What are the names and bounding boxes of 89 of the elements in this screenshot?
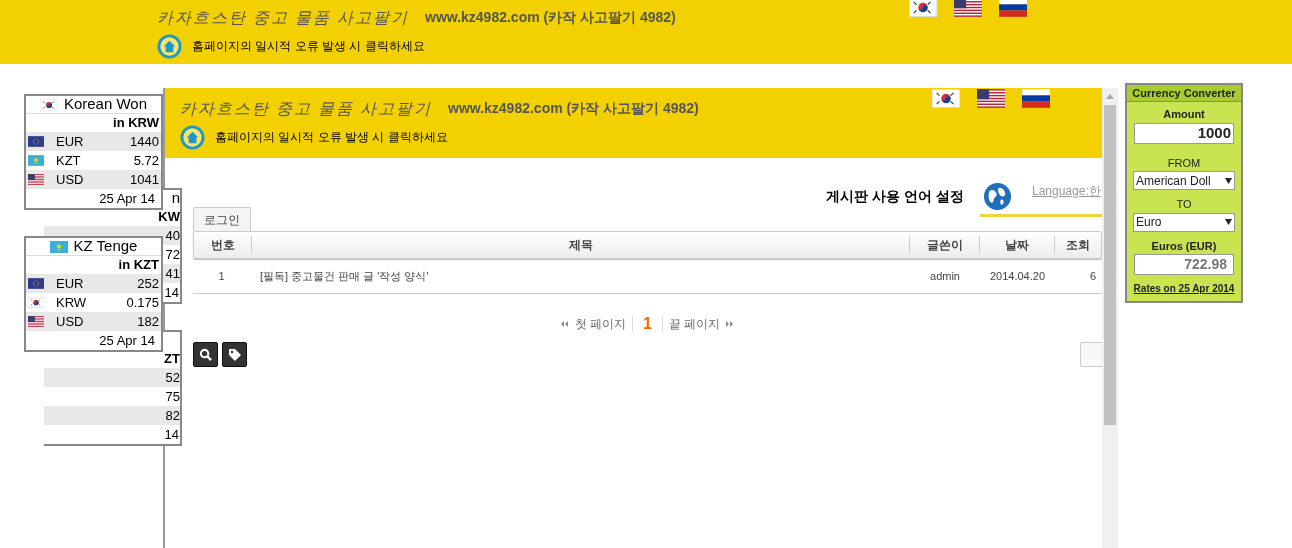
rate-value: 82 bbox=[165, 406, 180, 425]
table-cell-text: 6 bbox=[1089, 268, 1096, 284]
rates-date-link[interactable]: Rates on 25 Apr 2014 bbox=[1133, 281, 1235, 296]
widget-title: n bbox=[171, 188, 180, 209]
rate-date: 25 Apr 14 bbox=[99, 189, 155, 208]
search-button[interactable] bbox=[193, 342, 218, 367]
amount-label: Amount bbox=[1163, 107, 1205, 122]
amount-field[interactable]: 1000 bbox=[1134, 122, 1234, 144]
result-field: 722.98 bbox=[1134, 254, 1234, 275]
error-notice-link[interactable]: 홈페이지의 일시적 오류 발생 시 클릭하세요 bbox=[215, 128, 448, 146]
rate-value: 1041 bbox=[130, 170, 159, 189]
us-flag-icon bbox=[977, 88, 1005, 108]
currency-code: EUR bbox=[56, 274, 84, 293]
unit-label: in KZT bbox=[118, 256, 159, 275]
flag-icon bbox=[49, 240, 68, 253]
from-value: American Doll bbox=[1136, 172, 1211, 189]
unit-label: in KRW bbox=[113, 114, 159, 133]
russian-flag-icon bbox=[999, 0, 1027, 17]
flag-icon bbox=[28, 278, 44, 289]
first-page-link[interactable]: 첫 페이지 bbox=[574, 315, 627, 333]
column-header: 번호 bbox=[210, 237, 235, 254]
write-button[interactable] bbox=[1080, 342, 1102, 367]
korean-flag-icon bbox=[932, 88, 960, 108]
widget-title: Korean Won bbox=[63, 94, 148, 115]
to-label: TO bbox=[1176, 197, 1192, 212]
globe-icon bbox=[983, 182, 1012, 211]
tab[interactable]: 로그인 bbox=[193, 207, 251, 231]
rate-value: 52 bbox=[165, 368, 180, 387]
korean-flag-icon bbox=[909, 0, 937, 17]
scrollbar-thumb[interactable] bbox=[1104, 105, 1116, 425]
board-language-title: 게시판 사용 언어 설정 bbox=[826, 187, 964, 206]
home-icon[interactable] bbox=[180, 124, 205, 150]
last-page-link[interactable]: 끝 페이지 bbox=[668, 315, 721, 333]
table-cell-text: admin bbox=[930, 268, 960, 284]
table-cell-text: 1 bbox=[218, 268, 225, 284]
column-header: 날짜 bbox=[1005, 237, 1029, 254]
rate-value: 5.72 bbox=[133, 151, 159, 170]
table-cell[interactable]: [필독] 중고물건 판매 글 '작성 양식' bbox=[260, 267, 429, 285]
rate-value: 182 bbox=[137, 312, 159, 331]
tag-icon bbox=[227, 347, 242, 362]
site-url: www.kz4982.com (카작 사고팔기 4982) bbox=[425, 8, 676, 27]
rate-value: 1440 bbox=[130, 132, 159, 151]
flag-icon bbox=[39, 98, 58, 111]
result-label: Euros (EUR) bbox=[1151, 238, 1217, 254]
rate-value: 72 bbox=[165, 245, 180, 264]
to-select[interactable]: Euro bbox=[1133, 212, 1235, 232]
site-title: 카자흐스탄 중고 물품 사고팔기 bbox=[157, 7, 409, 28]
russian-flag-icon bbox=[1022, 88, 1050, 108]
error-notice-link[interactable]: 홈페이지의 일시적 오류 발생 시 클릭하세요 bbox=[192, 37, 425, 55]
dropdown-arrow-icon bbox=[1225, 177, 1232, 184]
rate-value: 75 bbox=[165, 387, 180, 406]
rate-date: 14 bbox=[164, 425, 179, 444]
from-label: FROM bbox=[1167, 155, 1201, 171]
converter-title: Currency Converter bbox=[1132, 85, 1236, 101]
table-cell-text: 2014.04.20 bbox=[989, 268, 1046, 284]
scroll-up-icon[interactable] bbox=[1106, 93, 1114, 99]
rate-value: 40 bbox=[165, 226, 180, 245]
dropdown-arrow-icon bbox=[1225, 219, 1232, 225]
double-right-arrow-icon bbox=[726, 321, 735, 327]
rate-date: 25 Apr 14 bbox=[99, 331, 155, 350]
currency-code: EUR bbox=[56, 132, 84, 151]
unit-label: KW bbox=[158, 207, 180, 226]
scrollbar[interactable] bbox=[1102, 88, 1118, 548]
site-title: 카자흐스탄 중고 물품 사고팔기 bbox=[180, 98, 432, 119]
us-flag-icon bbox=[954, 0, 982, 17]
currency-code: KZT bbox=[56, 151, 81, 170]
column-header: 제목 bbox=[568, 237, 593, 254]
rate-value: 41 bbox=[165, 264, 180, 283]
flag-icon bbox=[28, 155, 44, 166]
column-header: 조회 bbox=[1066, 237, 1090, 254]
home-icon[interactable] bbox=[157, 33, 182, 59]
currency-code: USD bbox=[56, 170, 84, 189]
currency-code: KRW bbox=[56, 293, 87, 312]
site-url: www.kz4982.com (카작 사고팔기 4982) bbox=[448, 99, 699, 118]
from-select[interactable]: American Doll bbox=[1133, 171, 1235, 190]
flag-icon bbox=[28, 316, 44, 327]
unit-label: ZT bbox=[164, 349, 180, 368]
rate-date: 14 bbox=[164, 283, 179, 302]
column-header: 글쓴이 bbox=[926, 237, 963, 254]
flag-icon bbox=[28, 136, 44, 147]
search-icon bbox=[199, 348, 212, 361]
double-left-arrow-icon bbox=[560, 321, 569, 327]
currency-code: USD bbox=[56, 312, 84, 331]
flag-icon bbox=[28, 174, 44, 185]
widget-title: KZ Tenge bbox=[73, 236, 138, 257]
tag-button[interactable] bbox=[222, 342, 247, 367]
rate-value: 252 bbox=[137, 274, 159, 293]
to-value: Euro bbox=[1136, 214, 1162, 231]
rate-value: 0.175 bbox=[126, 293, 159, 312]
